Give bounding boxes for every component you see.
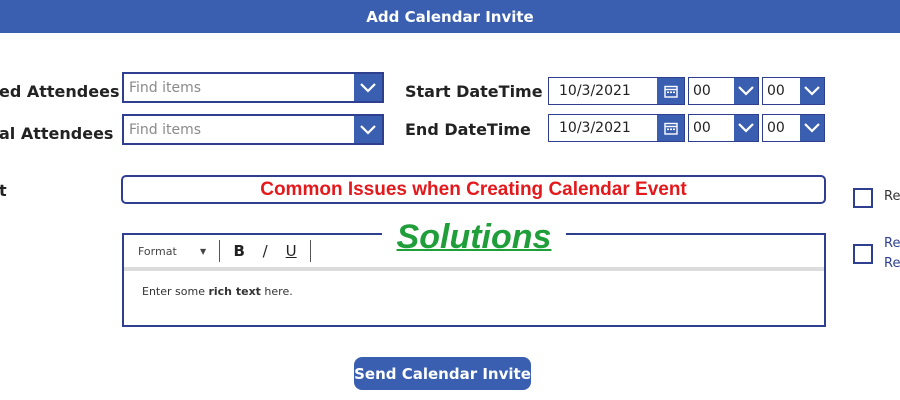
end-minute-select[interactable]: 00 <box>762 114 825 142</box>
required-attendees-combobox[interactable]: Find items <box>122 72 384 103</box>
required-attendees-input[interactable]: Find items <box>124 74 354 101</box>
checkbox-1-label: Re <box>884 189 900 204</box>
header-bar: Add Calendar Invite <box>0 0 900 33</box>
start-date-value[interactable]: 10/3/2021 <box>549 78 657 104</box>
toolbar-divider <box>310 240 312 262</box>
chevron-down-icon[interactable] <box>800 78 824 104</box>
optional-attendees-label: al Attendees <box>0 124 114 143</box>
editor-text-bold: rich text <box>208 285 261 298</box>
send-invite-label: Send Calendar Invite <box>354 364 531 383</box>
calendar-icon[interactable] <box>657 115 684 141</box>
format-dropdown[interactable]: Format <box>138 245 200 258</box>
start-hour-value[interactable]: 00 <box>689 78 734 104</box>
checkbox-1[interactable] <box>853 188 873 208</box>
bold-button[interactable]: B <box>226 242 252 260</box>
start-datetime-label: Start DateTime <box>405 82 543 101</box>
page-title: Add Calendar Invite <box>366 7 534 26</box>
checkbox-2-label-line2: Re <box>884 256 900 271</box>
end-minute-value[interactable]: 00 <box>763 115 800 141</box>
chevron-down-icon[interactable] <box>354 116 382 143</box>
chevron-down-icon[interactable] <box>734 115 758 141</box>
editor-text: Enter some <box>142 285 209 298</box>
start-minute-select[interactable]: 00 <box>762 77 825 105</box>
end-date-picker[interactable]: 10/3/2021 <box>548 114 685 142</box>
subject-label: t <box>0 181 7 200</box>
subject-value[interactable]: Common Issues when Creating Calendar Eve… <box>260 179 687 201</box>
caret-down-icon[interactable]: ▼ <box>200 247 206 256</box>
editor-content[interactable]: Enter some rich text here. <box>142 285 293 298</box>
required-attendees-label: ed Attendees <box>0 82 120 101</box>
toolbar-divider <box>219 240 221 262</box>
start-date-picker[interactable]: 10/3/2021 <box>548 77 685 105</box>
chevron-down-icon[interactable] <box>734 78 758 104</box>
checkbox-2[interactable] <box>853 244 873 264</box>
optional-attendees-input[interactable]: Find items <box>124 116 354 143</box>
underline-button[interactable]: U <box>278 242 304 260</box>
solutions-text: Solutions <box>396 217 552 256</box>
solutions-overlay: Solutions <box>382 211 566 263</box>
end-date-value[interactable]: 10/3/2021 <box>549 115 657 141</box>
end-datetime-label: End DateTime <box>405 120 531 139</box>
start-minute-value[interactable]: 00 <box>763 78 800 104</box>
chevron-down-icon[interactable] <box>800 115 824 141</box>
checkbox-2-label: Re <box>884 236 900 251</box>
start-hour-select[interactable]: 00 <box>688 77 759 105</box>
subject-input[interactable]: Common Issues when Creating Calendar Eve… <box>121 175 826 204</box>
end-hour-value[interactable]: 00 <box>689 115 734 141</box>
editor-text: here. <box>260 285 293 298</box>
italic-button[interactable]: / <box>252 242 278 260</box>
chevron-down-icon[interactable] <box>354 74 382 101</box>
calendar-icon[interactable] <box>657 78 684 104</box>
send-invite-button[interactable]: Send Calendar Invite <box>354 357 531 390</box>
optional-attendees-combobox[interactable]: Find items <box>122 114 384 145</box>
end-hour-select[interactable]: 00 <box>688 114 759 142</box>
